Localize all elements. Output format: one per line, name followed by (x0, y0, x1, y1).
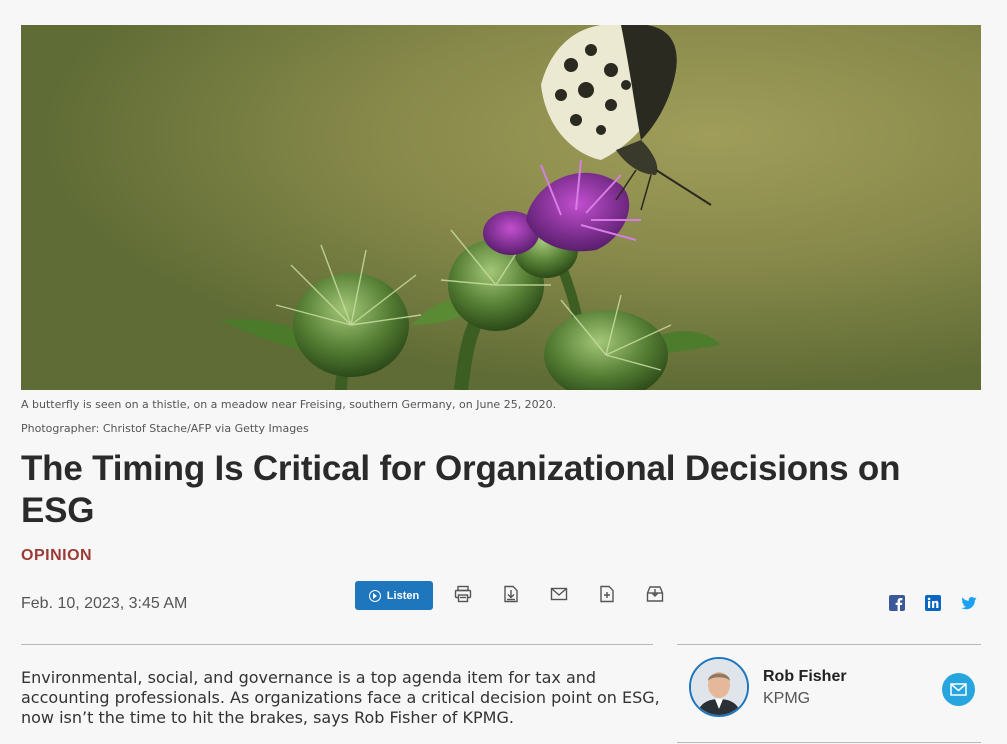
divider-author-bottom (677, 742, 981, 743)
article-summary: Environmental, social, and governance is… (21, 668, 660, 727)
author-name[interactable]: Rob Fisher (763, 668, 847, 686)
listen-label: Listen (386, 589, 420, 602)
save-icon[interactable] (646, 585, 664, 603)
email-icon[interactable] (550, 585, 568, 603)
print-icon[interactable] (454, 585, 472, 603)
envelope-icon (950, 683, 967, 696)
avatar[interactable] (689, 657, 749, 717)
hero-image (21, 25, 981, 390)
photo-credit: Photographer: Christof Stache/AFP via Ge… (21, 422, 309, 435)
photo-caption: A butterfly is seen on a thistle, on a m… (21, 398, 557, 411)
facebook-icon[interactable] (889, 595, 905, 611)
email-author-button[interactable] (942, 673, 975, 706)
divider-right (677, 644, 981, 645)
butterfly-thistle-photo (21, 25, 981, 390)
twitter-icon[interactable] (961, 595, 977, 611)
category-label[interactable]: OPINION (21, 547, 92, 565)
author-organization: KPMG (763, 690, 811, 707)
linkedin-icon[interactable] (925, 595, 941, 611)
divider-left (21, 644, 653, 645)
listen-button[interactable]: Listen (355, 581, 433, 610)
play-icon (368, 589, 381, 602)
publish-date: Feb. 10, 2023, 3:45 AM (21, 595, 188, 612)
download-pdf-icon[interactable] (502, 585, 520, 603)
add-to-folder-icon[interactable] (598, 585, 616, 603)
article-headline: The Timing Is Critical for Organizationa… (21, 449, 901, 530)
